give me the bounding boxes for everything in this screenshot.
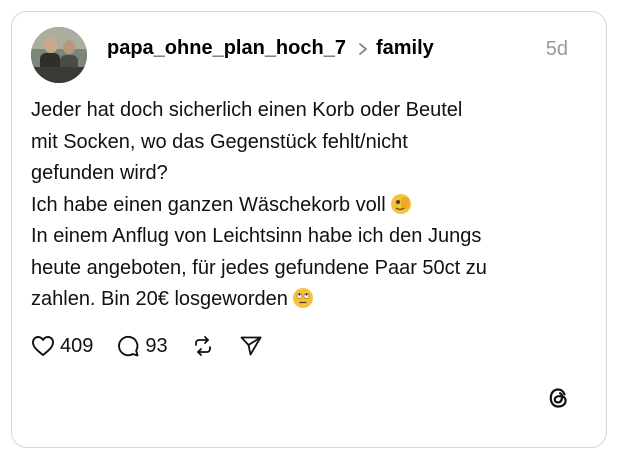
username[interactable]: papa_ohne_plan_hoch_7 (107, 37, 346, 60)
post-line: mit Socken, wo das Gegenstück fehlt/nich… (31, 130, 408, 153)
heart-icon (32, 336, 54, 356)
chevron-right-icon (359, 42, 367, 55)
post-line: Ich habe einen ganzen Wäschekorb voll (31, 193, 386, 216)
share-send-icon (240, 336, 262, 356)
face-with-rolling-eyes-icon (292, 288, 313, 308)
post-line-with-emoji: Ich habe einen ganzen Wäschekorb voll (31, 190, 571, 222)
like-button[interactable]: 409 (30, 333, 93, 359)
post-timestamp: 5d (545, 38, 568, 60)
avatar[interactable] (31, 27, 87, 83)
post-line: In einem Anflug von Leichtsinn habe ich … (31, 225, 482, 247)
post-body: Jeder hat doch sicherlich einen Korb ode… (31, 95, 571, 316)
comment-bubble-icon (118, 335, 139, 357)
avatar-photo (31, 27, 87, 83)
threads-logo-icon[interactable] (545, 384, 573, 412)
comment-button[interactable]: 93 (115, 333, 168, 359)
post-line: zahlen. Bin 20€ losgeworden (31, 288, 288, 310)
post-line: heute angeboten, für jedes gefundene Paa… (31, 256, 487, 279)
repost-button[interactable] (190, 333, 216, 359)
like-count: 409 (60, 334, 94, 357)
face-with-peeking-eye-icon (390, 193, 411, 214)
repost-icon (194, 336, 211, 356)
post-line: Jeder hat doch sicherlich einen Korb ode… (31, 99, 463, 121)
post-actions: 409 93 (30, 332, 286, 360)
post-header: papa_ohne_plan_hoch_7 family (107, 37, 434, 60)
post-line: gefunden wird? (31, 162, 168, 184)
share-button[interactable] (238, 333, 264, 359)
topic-tag[interactable]: family (376, 37, 434, 60)
post-line-with-emoji: zahlen. Bin 20€ losgeworden (31, 284, 571, 316)
comment-count: 93 (145, 334, 168, 357)
